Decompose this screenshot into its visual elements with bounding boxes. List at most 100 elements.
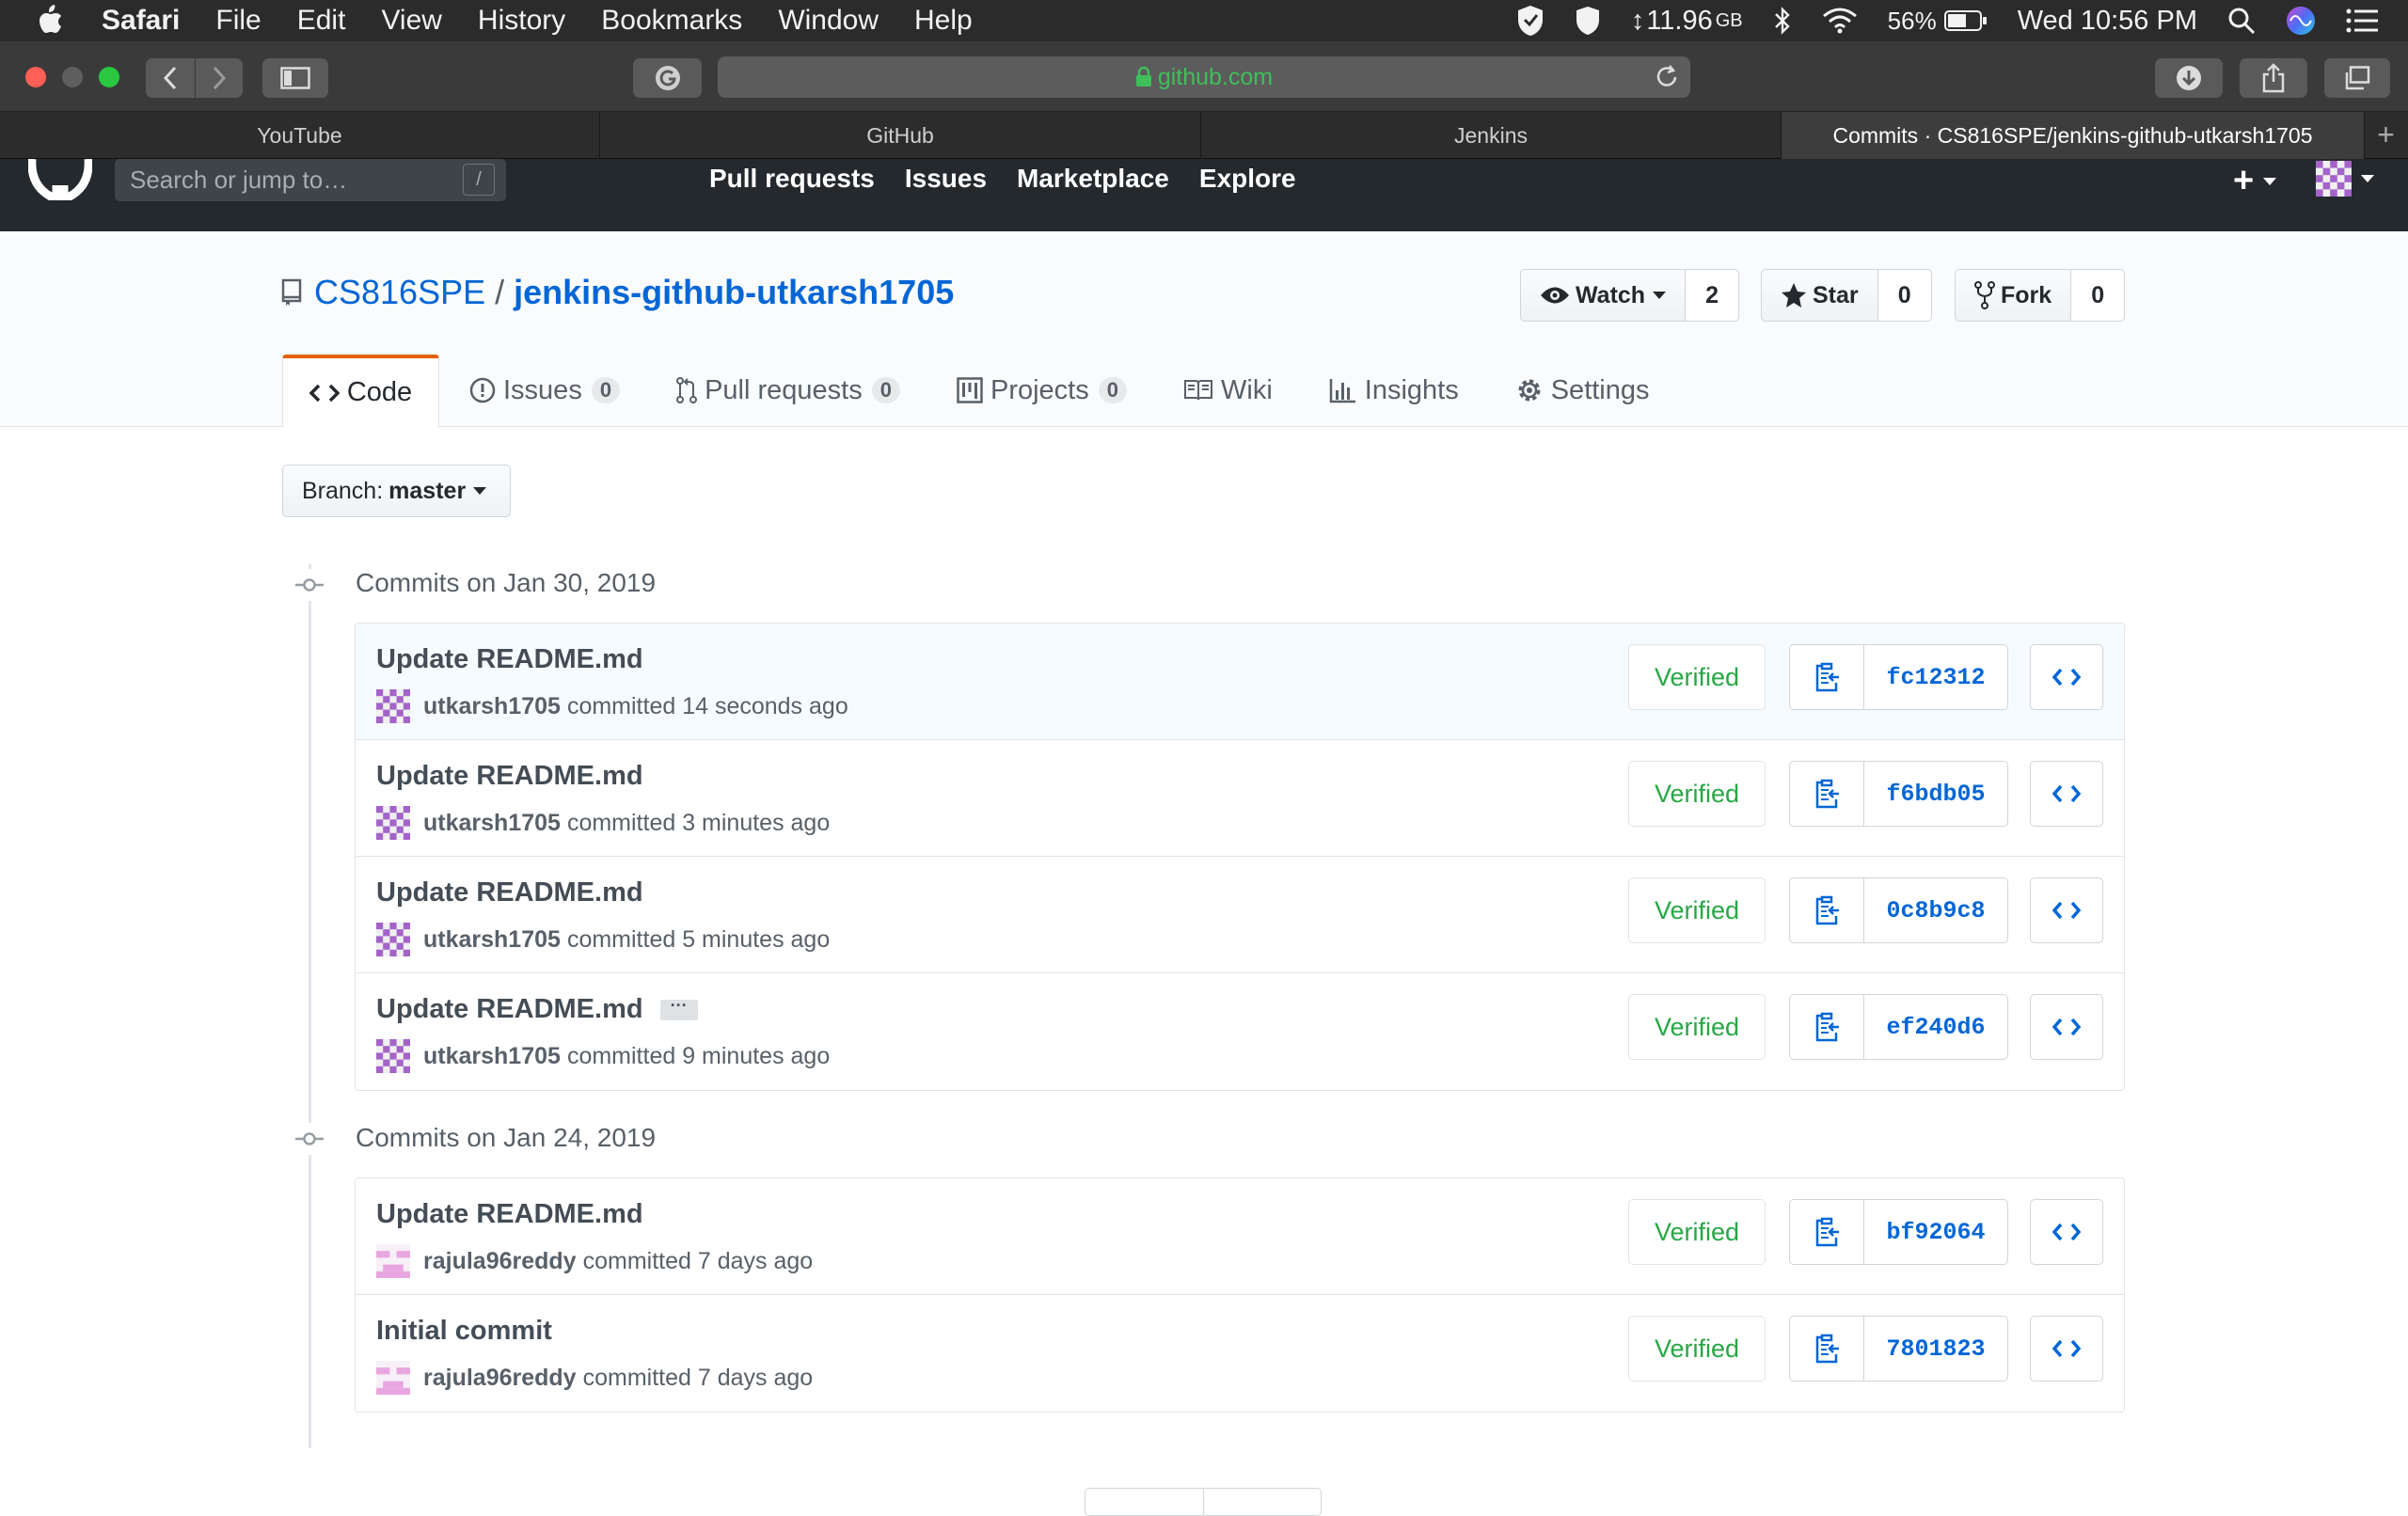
tab-issues[interactable]: Issues 0: [439, 354, 648, 427]
commit-message[interactable]: Initial commit: [376, 1316, 552, 1347]
verified-badge[interactable]: Verified: [1628, 1199, 1766, 1265]
tab-code[interactable]: Code: [282, 355, 439, 428]
commit-message[interactable]: Update README.md: [376, 877, 643, 908]
commit-author-link[interactable]: utkarsh1705: [423, 693, 561, 720]
avatar[interactable]: [376, 1361, 410, 1395]
shield-icon[interactable]: [1575, 6, 1601, 36]
browse-repo-at-commit-button[interactable]: [2030, 877, 2103, 943]
commit-author-link[interactable]: rajula96reddy: [423, 1365, 577, 1392]
clock[interactable]: Wed 10:56 PM: [2018, 6, 2197, 37]
forward-button[interactable]: [196, 58, 243, 98]
watch-button[interactable]: Watch: [1520, 269, 1687, 322]
menu-window[interactable]: Window: [778, 5, 879, 37]
create-new-dropdown[interactable]: +: [2233, 161, 2277, 201]
commit-message[interactable]: Update README.md: [376, 1199, 643, 1230]
bluetooth-icon[interactable]: [1773, 6, 1792, 36]
wifi-icon[interactable]: [1822, 8, 1858, 34]
tab-pull-requests[interactable]: Pull requests 0: [648, 354, 928, 427]
tab-insights[interactable]: Insights: [1301, 354, 1487, 427]
avatar[interactable]: [376, 1039, 410, 1073]
avatar[interactable]: [376, 689, 410, 723]
stargazers-count[interactable]: 0: [1877, 269, 1932, 322]
branch-select-button[interactable]: Branch: master: [282, 465, 511, 517]
tab-settings[interactable]: Settings: [1487, 354, 1678, 427]
menu-view[interactable]: View: [381, 5, 441, 37]
memory-indicator[interactable]: ↕ 11.96 GB: [1631, 6, 1743, 37]
commit-sha-link[interactable]: bf92064: [1864, 1199, 2008, 1265]
tab-projects[interactable]: Projects 0: [928, 354, 1155, 427]
commit-sha-link[interactable]: ef240d6: [1864, 994, 2008, 1060]
notification-center-icon[interactable]: [2346, 8, 2378, 33]
commit-sha-link[interactable]: 0c8b9c8: [1864, 877, 2008, 943]
nav-issues[interactable]: Issues: [905, 164, 987, 194]
address-bar[interactable]: github.com: [718, 56, 1690, 98]
downloads-button[interactable]: [2155, 58, 2223, 98]
browse-repo-at-commit-button[interactable]: [2030, 761, 2103, 827]
tab-wiki[interactable]: Wiki: [1155, 354, 1301, 427]
tab-github[interactable]: GitHub: [600, 112, 1201, 159]
repo-name-link[interactable]: jenkins-github-utkarsh1705: [514, 273, 954, 312]
menu-help[interactable]: Help: [914, 5, 973, 37]
copy-sha-button[interactable]: [1789, 761, 1864, 827]
nav-marketplace[interactable]: Marketplace: [1017, 164, 1169, 194]
copy-sha-button[interactable]: [1789, 877, 1864, 943]
grammarly-extension-button[interactable]: [633, 58, 702, 98]
commit-message[interactable]: Update README.md: [376, 644, 643, 675]
browse-repo-at-commit-button[interactable]: [2030, 1316, 2103, 1382]
verified-badge[interactable]: Verified: [1628, 1316, 1766, 1382]
commit-message[interactable]: Update README.md ···: [376, 994, 698, 1025]
show-all-tabs-button[interactable]: [2324, 58, 2390, 98]
copy-sha-button[interactable]: [1789, 1316, 1864, 1382]
tab-jenkins[interactable]: Jenkins: [1201, 112, 1782, 159]
share-button[interactable]: [2240, 58, 2307, 98]
pagination-older-button[interactable]: [1204, 1489, 1322, 1515]
copy-sha-button[interactable]: [1789, 1199, 1864, 1265]
github-logo-icon[interactable]: [28, 159, 92, 200]
menu-edit[interactable]: Edit: [297, 5, 346, 37]
commit-sha-link[interactable]: f6bdb05: [1864, 761, 2008, 827]
commit-author-link[interactable]: utkarsh1705: [423, 926, 561, 954]
battery-indicator[interactable]: 56%: [1888, 7, 1988, 36]
nav-explore[interactable]: Explore: [1199, 164, 1296, 194]
menu-file[interactable]: File: [215, 5, 261, 37]
fork-button[interactable]: Fork: [1955, 269, 2072, 322]
tab-youtube[interactable]: YouTube: [0, 112, 600, 159]
watchers-count[interactable]: 2: [1686, 269, 1740, 322]
commit-sha-link[interactable]: 7801823: [1864, 1316, 2008, 1382]
copy-sha-button[interactable]: [1789, 644, 1864, 710]
commit-author-link[interactable]: utkarsh1705: [423, 1043, 561, 1070]
apple-menu-icon[interactable]: [36, 5, 73, 37]
tab-commits[interactable]: Commits · CS816SPE/jenkins-github-utkars…: [1782, 112, 2365, 159]
back-button[interactable]: [146, 58, 195, 98]
commit-message[interactable]: Update README.md: [376, 761, 643, 792]
spotlight-search-icon[interactable]: [2227, 7, 2256, 35]
browse-repo-at-commit-button[interactable]: [2030, 994, 2103, 1060]
sidebar-toggle-button[interactable]: [262, 58, 328, 98]
user-menu-dropdown[interactable]: [2316, 161, 2374, 197]
commit-author-link[interactable]: utkarsh1705: [423, 810, 561, 837]
verified-badge[interactable]: Verified: [1628, 877, 1766, 943]
forks-count[interactable]: 0: [2071, 269, 2126, 322]
nav-pull-requests[interactable]: Pull requests: [709, 164, 875, 194]
search-input[interactable]: Search or jump to… /: [115, 159, 506, 201]
close-window-button[interactable]: [25, 67, 46, 87]
browse-repo-at-commit-button[interactable]: [2030, 644, 2103, 710]
expand-description-button[interactable]: ···: [659, 997, 698, 1020]
siri-icon[interactable]: [2286, 6, 2316, 36]
avatar[interactable]: [376, 1244, 410, 1278]
pagination-newer-button[interactable]: [1085, 1489, 1204, 1515]
star-button[interactable]: Star: [1761, 269, 1878, 322]
browse-repo-at-commit-button[interactable]: [2030, 1199, 2103, 1265]
minimize-window-button[interactable]: [62, 67, 83, 87]
verified-badge[interactable]: Verified: [1628, 644, 1766, 710]
menu-app-name[interactable]: Safari: [102, 5, 180, 37]
verified-badge[interactable]: Verified: [1628, 761, 1766, 827]
repo-owner-link[interactable]: CS816SPE: [314, 273, 485, 312]
menu-bookmarks[interactable]: Bookmarks: [601, 5, 742, 37]
commit-author-link[interactable]: rajula96reddy: [423, 1248, 577, 1275]
commit-sha-link[interactable]: fc12312: [1864, 644, 2008, 710]
new-tab-button[interactable]: +: [2365, 112, 2407, 158]
verified-badge[interactable]: Verified: [1628, 994, 1766, 1060]
reload-icon[interactable]: [1655, 65, 1679, 89]
copy-sha-button[interactable]: [1789, 994, 1864, 1060]
